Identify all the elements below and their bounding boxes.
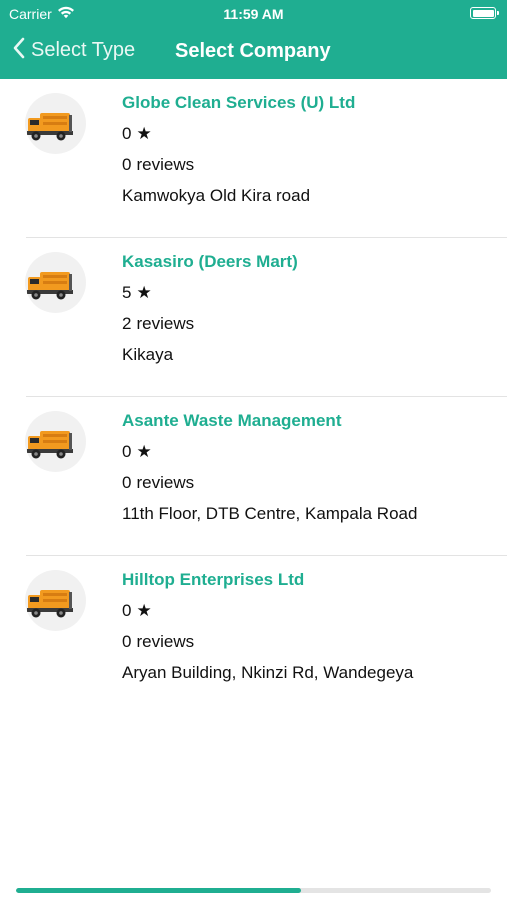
company-name: Globe Clean Services (U) Ltd [122, 93, 356, 112]
back-button[interactable]: Select Type [12, 37, 135, 64]
review-label: reviews [136, 155, 195, 174]
review-label: reviews [136, 473, 195, 492]
company-list-item[interactable]: Asante Waste Management 0 ★ 0 reviews 11… [0, 397, 507, 556]
company-name: Kasasiro (Deers Mart) [122, 252, 298, 271]
status-bar: Carrier 11:59 AM [0, 0, 507, 28]
rating-value: 0 [122, 601, 132, 620]
company-rating: 0 ★ [122, 124, 152, 144]
company-list-item[interactable]: Globe Clean Services (U) Ltd 0 ★ 0 revie… [0, 79, 507, 238]
company-reviews: 2 reviews [122, 314, 194, 334]
company-address: Aryan Building, Nkinzi Rd, Wandegeya [122, 663, 414, 682]
company-reviews: 0 reviews [122, 473, 194, 493]
rating-value: 0 [122, 124, 132, 143]
company-rating: 5 ★ [122, 283, 152, 303]
app-screen: Carrier 11:59 AM Select Type Select Comp… [0, 0, 507, 900]
battery-level [472, 9, 494, 17]
company-rating: 0 ★ [122, 442, 152, 462]
chevron-left-icon [12, 37, 25, 64]
review-count: 2 [122, 314, 132, 333]
company-address: Kikaya [122, 345, 174, 364]
company-address: 11th Floor, DTB Centre, Kampala Road [122, 504, 418, 523]
header: Carrier 11:59 AM Select Type Select Comp… [0, 0, 507, 79]
review-count: 0 [122, 632, 132, 651]
company-list-item[interactable]: Kasasiro (Deers Mart) 5 ★ 2 reviews Kika… [0, 238, 507, 397]
garbage-truck-icon [25, 570, 86, 631]
garbage-truck-icon [25, 93, 86, 154]
company-rating: 0 ★ [122, 601, 152, 621]
battery-icon [470, 7, 499, 19]
company-name: Hilltop Enterprises Ltd [122, 570, 305, 589]
star-icon: ★ [136, 442, 152, 461]
star-icon: ★ [136, 283, 152, 302]
nav-bar: Select Type Select Company [0, 28, 507, 79]
company-list: Globe Clean Services (U) Ltd 0 ★ 0 revie… [0, 79, 507, 715]
review-count: 0 [122, 473, 132, 492]
status-time: 11:59 AM [223, 6, 284, 22]
back-button-label: Select Type [31, 39, 136, 61]
rating-value: 5 [122, 283, 132, 302]
scroll-indicator-thumb[interactable] [16, 888, 301, 893]
rating-value: 0 [122, 442, 132, 461]
company-reviews: 0 reviews [122, 155, 194, 175]
star-icon: ★ [136, 601, 152, 620]
star-icon: ★ [136, 124, 152, 143]
company-address: Kamwokya Old Kira road [122, 186, 311, 205]
review-label: reviews [136, 314, 195, 333]
company-reviews: 0 reviews [122, 632, 194, 652]
review-count: 0 [122, 155, 132, 174]
page-title: Select Company [175, 40, 331, 62]
review-label: reviews [136, 632, 195, 651]
company-name: Asante Waste Management [122, 411, 342, 430]
garbage-truck-icon [25, 411, 86, 472]
company-list-item[interactable]: Hilltop Enterprises Ltd 0 ★ 0 reviews Ar… [0, 556, 507, 715]
garbage-truck-icon [25, 252, 86, 313]
scroll-indicator-track[interactable] [16, 888, 491, 893]
